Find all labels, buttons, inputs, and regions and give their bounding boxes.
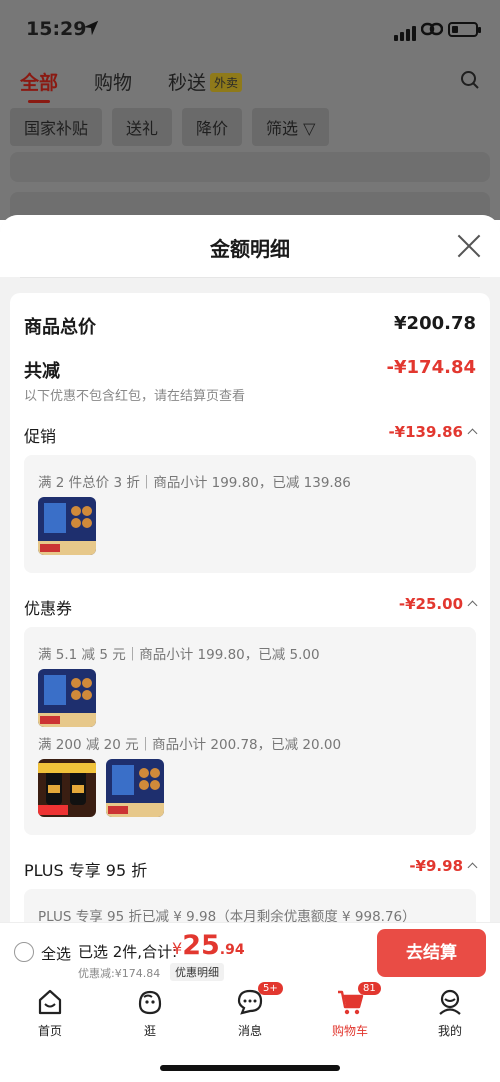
cart-icon: 81 (336, 982, 381, 1016)
location-arrow-icon (83, 20, 99, 36)
promo-box: 满 2 件总价 3 折｜商品小计 199.80，已减 139.86 (24, 455, 476, 573)
signal-icon (394, 22, 418, 41)
bg-chip-filter: 筛选 ▽ (252, 108, 330, 146)
home-icon (36, 988, 64, 1016)
divider (20, 277, 480, 278)
reduce-label: 共减 (24, 361, 60, 382)
filter-icon: ▽ (303, 119, 316, 138)
total-label: 商品总价 (24, 317, 96, 338)
bg-tab-express: 秒送 外卖 (168, 68, 243, 95)
tab-home-label: 首页 (37, 1024, 62, 1038)
messages-badge: 5+ (258, 982, 283, 995)
status-bar: 15:29 (0, 0, 500, 60)
amount-detail-sheet: 金额明细 商品总价 ¥200.78 共减 -¥174.84 以下优惠不包含红包，… (0, 215, 500, 925)
tab-cart[interactable]: 81 购物车 (315, 982, 385, 1039)
bg-tab-all: 全部 (20, 68, 58, 103)
message-icon: 5+ (236, 982, 283, 1016)
promo-value-text: -¥139.86 (388, 423, 463, 441)
bg-chip-filter-label: 筛选 (266, 119, 299, 138)
cart-badge: 81 (358, 982, 381, 995)
detail-card: 商品总价 ¥200.78 共减 -¥174.84 以下优惠不包含红包，请在结算页… (10, 293, 490, 925)
bg-tab-shopping: 购物 (94, 72, 133, 94)
bg-chip-price-drop: 降价 (182, 108, 243, 146)
tab-cart-label: 购物车 (331, 1024, 368, 1038)
search-icon (461, 71, 479, 89)
selected-count: 已选 2件,合计: (78, 943, 178, 961)
coupon-box: 满 5.1 减 5 元｜商品小计 199.80，已减 5.00 满 200 减 … (24, 627, 476, 835)
promo-line: 满 2 件总价 3 折｜商品小计 199.80，已减 139.86 (38, 475, 351, 491)
product-thumbnail (38, 759, 96, 817)
tab-explore[interactable]: 逛 (115, 988, 185, 1039)
tab-home[interactable]: 首页 (15, 988, 85, 1039)
discount-note: 以下优惠不包含红包，请在结算页查看 (24, 389, 246, 404)
chevron-up-icon (467, 862, 478, 873)
tab-messages[interactable]: 5+ 消息 (215, 982, 285, 1039)
bg-card (10, 152, 490, 182)
chevron-up-icon (467, 600, 478, 611)
plus-row[interactable]: PLUS 专享 95 折 -¥9.98 (24, 857, 478, 881)
currency-symbol: ¥ (172, 939, 183, 958)
product-thumbnail (38, 669, 96, 727)
total-value: ¥200.78 (394, 313, 476, 334)
coupon-line-2: 满 200 减 20 元｜商品小计 200.78，已减 20.00 (38, 737, 342, 753)
tab-profile[interactable]: 我的 (415, 988, 485, 1039)
promo-value: -¥139.86 (388, 423, 478, 441)
status-time: 15:29 (26, 18, 87, 40)
profile-icon (436, 988, 464, 1016)
reduce-value: -¥174.84 (386, 357, 476, 378)
bg-chip-subsidy: 国家补贴 (10, 108, 103, 146)
coupon-line-1: 满 5.1 减 5 元｜商品小计 199.80，已减 5.00 (38, 647, 320, 663)
tab-explore-label: 逛 (143, 1024, 156, 1038)
promo-label: 促销 (24, 427, 57, 446)
plus-label: PLUS 专享 95 折 (24, 861, 148, 880)
background-app: 全部 购物 秒送 外卖 国家补贴 送礼 降价 筛选 ▽ (0, 60, 500, 222)
plus-box: PLUS 专享 95 折已减 ¥ 9.98（本月剩余优惠额度 ¥ 998.76） (24, 889, 476, 925)
coupon-value-text: -¥25.00 (398, 595, 463, 613)
checkout-button[interactable]: 去结算 (377, 929, 486, 977)
tab-profile-label: 我的 (437, 1024, 462, 1038)
sheet-title: 金额明细 (210, 237, 290, 261)
total-integer: 25 (182, 930, 220, 961)
explore-icon (136, 988, 164, 1016)
coupon-label: 优惠券 (24, 599, 73, 618)
tab-messages-label: 消息 (237, 1024, 262, 1038)
bg-tab-express-label: 秒送 (168, 72, 207, 94)
discount-amount: 优惠减:¥174.84 (78, 967, 161, 980)
bg-tab-badge: 外卖 (210, 73, 243, 92)
link-icon (421, 22, 443, 36)
home-indicator (160, 1065, 340, 1071)
product-thumbnail (106, 759, 164, 817)
select-all-radio[interactable] (14, 942, 34, 962)
promo-row[interactable]: 促销 -¥139.86 (24, 423, 478, 447)
sheet-header: 金额明细 (0, 215, 500, 277)
reduce-row: 共减 -¥174.84 (24, 357, 476, 383)
selected-total: ¥25.94 (172, 930, 245, 961)
select-all-label[interactable]: 全选 (41, 943, 71, 964)
battery-icon (448, 22, 481, 37)
coupon-value: -¥25.00 (398, 595, 478, 613)
total-row: 商品总价 ¥200.78 (24, 313, 476, 339)
bg-chip-gift: 送礼 (112, 108, 173, 146)
discount-detail-button[interactable]: 优惠明细 (170, 963, 224, 981)
coupon-row[interactable]: 优惠券 -¥25.00 (24, 595, 478, 619)
plus-value-text: -¥9.98 (409, 857, 463, 875)
product-thumbnail (38, 497, 96, 555)
total-decimal: .94 (219, 942, 245, 958)
checkout-bar: 全选 已选 2件,合计: ¥25.94 优惠减:¥174.84 优惠明细 去结算 (0, 922, 500, 982)
chevron-up-icon (467, 428, 478, 439)
close-icon[interactable] (456, 233, 482, 259)
plus-value: -¥9.98 (409, 857, 478, 875)
